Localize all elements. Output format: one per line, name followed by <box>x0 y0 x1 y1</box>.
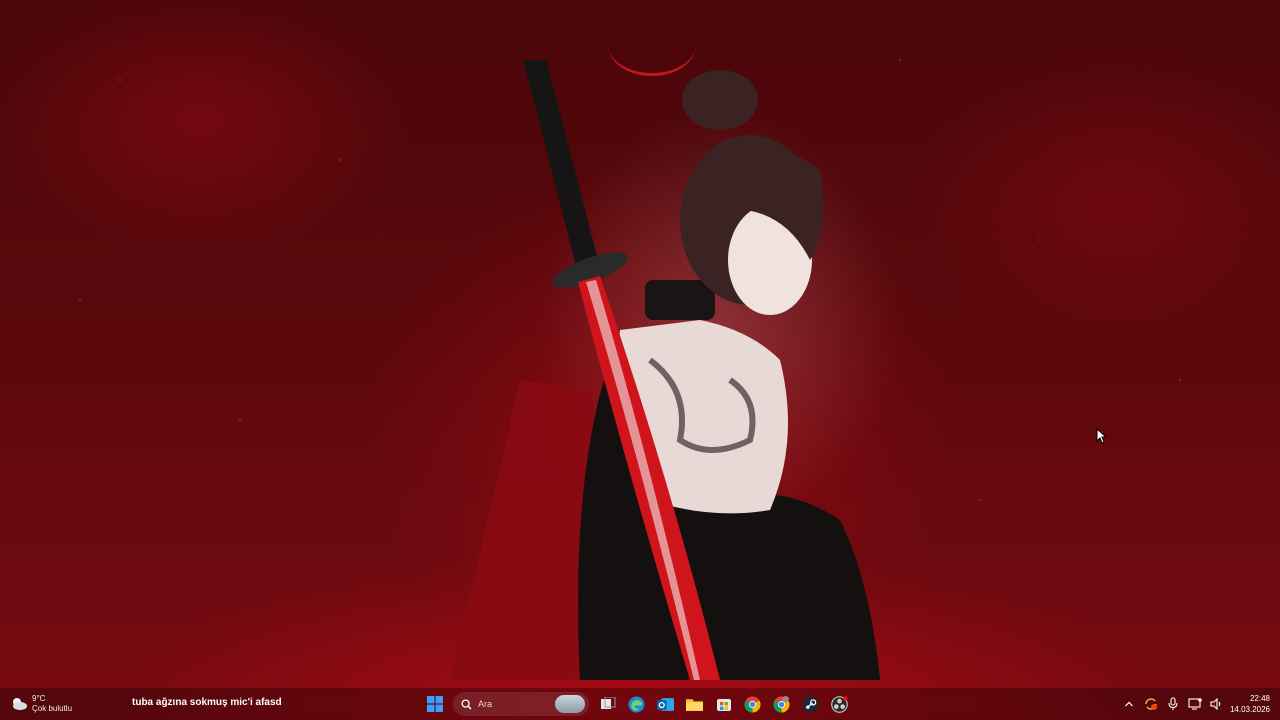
obs-taskbar-button[interactable] <box>825 690 854 718</box>
store-taskbar-button[interactable] <box>709 690 738 718</box>
clock-date: 14.03.2026 <box>1229 705 1270 714</box>
system-tray: 22:48 14.03.2026 <box>1118 688 1280 720</box>
cloudy-weather-icon <box>13 698 27 710</box>
show-hidden-icons-button[interactable] <box>1118 688 1140 720</box>
folder-icon <box>686 698 703 711</box>
task-view-button[interactable] <box>593 690 622 718</box>
task-view-icon <box>600 697 615 709</box>
search-highlight-image <box>555 695 585 713</box>
sync-icon <box>1145 698 1157 710</box>
edge-taskbar-button[interactable] <box>622 690 651 718</box>
taskbar-center: Ara <box>420 690 854 718</box>
chevron-up-icon <box>1125 701 1133 707</box>
taskbar-clock[interactable]: 22:48 14.03.2026 <box>1228 693 1280 715</box>
edge-icon <box>628 696 645 712</box>
clock-time: 22:48 <box>1249 694 1270 703</box>
search-placeholder: Ara <box>478 699 493 709</box>
steam-icon <box>802 696 819 712</box>
weather-condition: Çok bulutlu <box>32 704 73 713</box>
weather-widget[interactable]: 9°C Çok bulutlu <box>10 691 72 717</box>
search-icon <box>461 698 472 710</box>
taskbar-search[interactable]: Ara <box>453 692 589 716</box>
steam-taskbar-button[interactable] <box>796 690 825 718</box>
volume-button[interactable] <box>1206 688 1228 720</box>
chrome-icon <box>744 696 761 712</box>
mouse-cursor-icon <box>1096 428 1108 444</box>
sync-status-button[interactable] <box>1140 688 1162 720</box>
display-button[interactable] <box>1184 688 1206 720</box>
outlook-icon <box>657 697 674 711</box>
microphone-icon <box>1168 697 1178 710</box>
display-icon <box>1188 698 1202 710</box>
desktop-wallpaper <box>0 0 1280 720</box>
news-ticker[interactable]: tuba ağzına sokmuş mic'i afasd <box>132 697 282 708</box>
weather-temperature: 9°C <box>32 694 46 703</box>
outlook-taskbar-button[interactable] <box>651 690 680 718</box>
store-icon <box>716 699 731 711</box>
file-explorer-taskbar-button[interactable] <box>680 690 709 718</box>
speaker-icon <box>1210 698 1221 710</box>
windows-logo-icon <box>426 696 443 712</box>
microphone-button[interactable] <box>1162 688 1184 720</box>
chrome-profile-taskbar-button[interactable] <box>767 690 796 718</box>
chrome-taskbar-button[interactable] <box>738 690 767 718</box>
obs-icon <box>831 695 848 713</box>
start-button[interactable] <box>420 690 449 718</box>
samurai-girl-artwork <box>450 60 880 680</box>
taskbar: 9°C Çok bulutlu tuba ağzına sokmuş mic'i… <box>0 688 1280 720</box>
chrome-profile-icon <box>773 695 790 712</box>
